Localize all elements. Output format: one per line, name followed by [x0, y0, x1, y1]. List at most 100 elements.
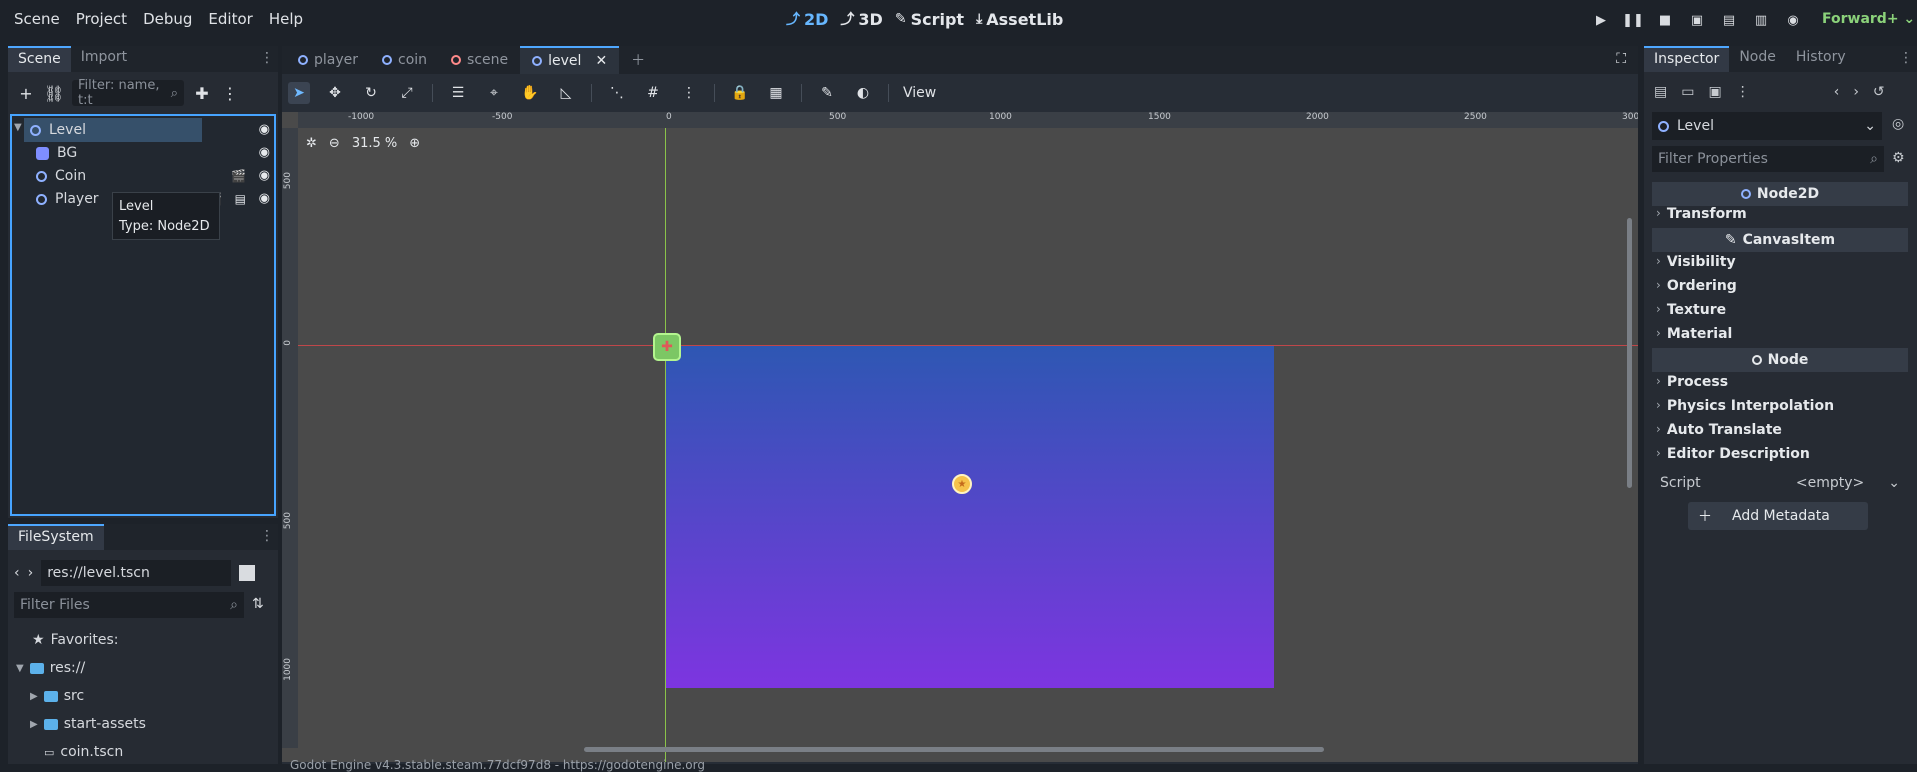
- menu-scene[interactable]: Scene: [6, 8, 68, 30]
- menu-editor[interactable]: Editor: [200, 8, 260, 30]
- kebab-menu-icon[interactable]: ⋮: [1899, 50, 1913, 66]
- prop-transform[interactable]: › Transform: [1656, 206, 1747, 222]
- view-menu[interactable]: View: [903, 85, 936, 101]
- pivot-tool-icon[interactable]: ⌖: [483, 82, 505, 104]
- pan-tool-icon[interactable]: ✋: [519, 82, 541, 104]
- close-icon[interactable]: ✕: [595, 53, 607, 69]
- folder-src[interactable]: ▶ src: [30, 688, 84, 704]
- collapse-arrow-icon[interactable]: ▼: [14, 122, 22, 133]
- kebab-menu-icon[interactable]: ⋮: [260, 528, 274, 544]
- tab-node[interactable]: Node: [1729, 46, 1786, 72]
- property-filter-input[interactable]: Filter Properties ⌕: [1652, 146, 1884, 172]
- open-folder-icon[interactable]: ▭: [1681, 84, 1694, 100]
- link-icon[interactable]: ⛓: [44, 84, 64, 103]
- doc-icon[interactable]: ◎: [1892, 116, 1904, 132]
- new-resource-icon[interactable]: ▤: [1654, 84, 1667, 100]
- inspected-node-select[interactable]: Level ⌄: [1652, 112, 1882, 140]
- grid-snap-icon[interactable]: #: [642, 82, 664, 104]
- forward-icon[interactable]: ›: [1853, 84, 1859, 100]
- scene-filter-input[interactable]: Filter: name, t:t ⌕: [72, 78, 184, 108]
- tab-history[interactable]: History: [1786, 46, 1856, 72]
- favorites-item[interactable]: ★ Favorites:: [32, 632, 119, 648]
- add-tab-button[interactable]: ＋: [619, 46, 657, 74]
- add-metadata-button[interactable]: ＋ Add Metadata: [1688, 502, 1868, 530]
- tree-node-level[interactable]: Level: [24, 118, 202, 142]
- stop-icon[interactable]: ■: [1654, 9, 1676, 31]
- prop-material[interactable]: › Material: [1656, 326, 1732, 342]
- folder-res[interactable]: ▼ res://: [16, 660, 85, 676]
- prop-texture[interactable]: › Texture: [1656, 302, 1726, 318]
- sort-icon[interactable]: ⇅: [252, 596, 264, 612]
- origin-gizmo[interactable]: ✚: [653, 333, 681, 361]
- zoom-level[interactable]: 31.5 %: [352, 136, 397, 151]
- move-tool-icon[interactable]: ✥: [324, 82, 346, 104]
- group-icon[interactable]: ▦: [765, 82, 787, 104]
- fullscreen-icon[interactable]: ⛶: [1616, 51, 1626, 67]
- play-custom-scene-icon[interactable]: ▥: [1750, 9, 1772, 31]
- mode-assetlib-button[interactable]: ⤓ AssetLib: [976, 9, 1063, 29]
- scene-tab-player[interactable]: player: [286, 46, 370, 74]
- file-filter-input[interactable]: Filter Files ⌕: [14, 592, 244, 618]
- property-settings-icon[interactable]: ⚙: [1892, 150, 1905, 166]
- zoom-out-icon[interactable]: ⊖: [329, 136, 340, 151]
- tab-inspector[interactable]: Inspector: [1644, 46, 1730, 72]
- canvas-viewport[interactable]: -1000 -500 0 500 1000 1500 2000 2500 300…: [282, 112, 1638, 762]
- file-coin[interactable]: ▭ coin.tscn: [44, 744, 123, 760]
- scene-tab-level[interactable]: level ✕: [520, 46, 620, 74]
- prop-editor-description[interactable]: › Editor Description: [1656, 446, 1810, 462]
- folder-start-assets[interactable]: ▶ start-assets: [30, 716, 146, 732]
- add-node-icon[interactable]: +: [16, 84, 36, 103]
- rotate-tool-icon[interactable]: ↻: [360, 82, 382, 104]
- ruler-tool-icon[interactable]: ◺: [555, 82, 577, 104]
- menu-project[interactable]: Project: [68, 8, 135, 30]
- visibility-eye-icon[interactable]: ◉: [259, 191, 270, 206]
- bone-icon[interactable]: ✎: [816, 82, 838, 104]
- zoom-in-icon[interactable]: ⊕: [409, 136, 420, 151]
- script-property[interactable]: Script <empty> ⌄: [1652, 470, 1908, 496]
- tree-node-bg[interactable]: BG: [36, 141, 96, 165]
- tab-filesystem[interactable]: FileSystem: [8, 524, 104, 550]
- camera-override-icon[interactable]: ◐: [852, 82, 874, 104]
- prop-process[interactable]: › Process: [1656, 374, 1728, 390]
- renderer-select[interactable]: Forward+ ⌄: [1822, 11, 1915, 27]
- visibility-eye-icon[interactable]: ◉: [259, 122, 270, 137]
- lock-icon[interactable]: 🔒: [729, 82, 751, 104]
- menu-help[interactable]: Help: [261, 8, 311, 30]
- visibility-eye-icon[interactable]: ◉: [259, 168, 270, 183]
- layout-toggle-icon[interactable]: [239, 565, 256, 581]
- mode-2d-button[interactable]: ⤴ 2D: [786, 9, 828, 29]
- play-scene-icon[interactable]: ▤: [1718, 9, 1740, 31]
- scene-menu-icon[interactable]: ⋮: [220, 84, 240, 103]
- script-icon[interactable]: ▤: [235, 192, 246, 206]
- mode-script-button[interactable]: ✎ Script: [895, 9, 964, 29]
- tab-import[interactable]: Import: [71, 46, 137, 72]
- smart-snap-icon[interactable]: ⋱: [606, 82, 628, 104]
- scene-tab-coin[interactable]: coin: [370, 46, 439, 74]
- section-canvasitem[interactable]: ✎ CanvasItem: [1652, 228, 1908, 252]
- scene-tab-scene[interactable]: scene: [439, 46, 520, 74]
- remote-debug-icon[interactable]: ▣: [1686, 9, 1708, 31]
- coin-sprite[interactable]: ★: [952, 474, 972, 494]
- open-scene-icon[interactable]: 🎬: [231, 169, 246, 183]
- attach-script-icon[interactable]: ✚: [192, 84, 212, 103]
- list-select-icon[interactable]: ☰: [447, 82, 469, 104]
- resource-menu-icon[interactable]: ⋮: [1736, 84, 1750, 100]
- back-icon[interactable]: ‹: [14, 565, 20, 581]
- scale-tool-icon[interactable]: ⤢: [396, 82, 418, 104]
- menu-debug[interactable]: Debug: [135, 8, 200, 30]
- section-node2d[interactable]: Node2D: [1652, 182, 1908, 206]
- save-icon[interactable]: ▣: [1708, 84, 1721, 100]
- tab-scene[interactable]: Scene: [8, 46, 71, 72]
- prop-ordering[interactable]: › Ordering: [1656, 278, 1737, 294]
- horizontal-scrollbar[interactable]: [584, 747, 1324, 752]
- select-tool-icon[interactable]: ➤: [288, 82, 310, 104]
- kebab-menu-icon[interactable]: ⋮: [260, 50, 274, 66]
- bg-texture-rect[interactable]: [666, 346, 1274, 688]
- forward-icon[interactable]: ›: [28, 565, 34, 581]
- prop-auto-translate[interactable]: › Auto Translate: [1656, 422, 1782, 438]
- tree-node-coin[interactable]: Coin: [36, 164, 116, 188]
- vertical-scrollbar[interactable]: [1627, 218, 1632, 488]
- path-input[interactable]: res://level.tscn: [41, 560, 232, 586]
- play-icon[interactable]: ▶: [1590, 9, 1612, 31]
- prop-visibility[interactable]: › Visibility: [1656, 254, 1736, 270]
